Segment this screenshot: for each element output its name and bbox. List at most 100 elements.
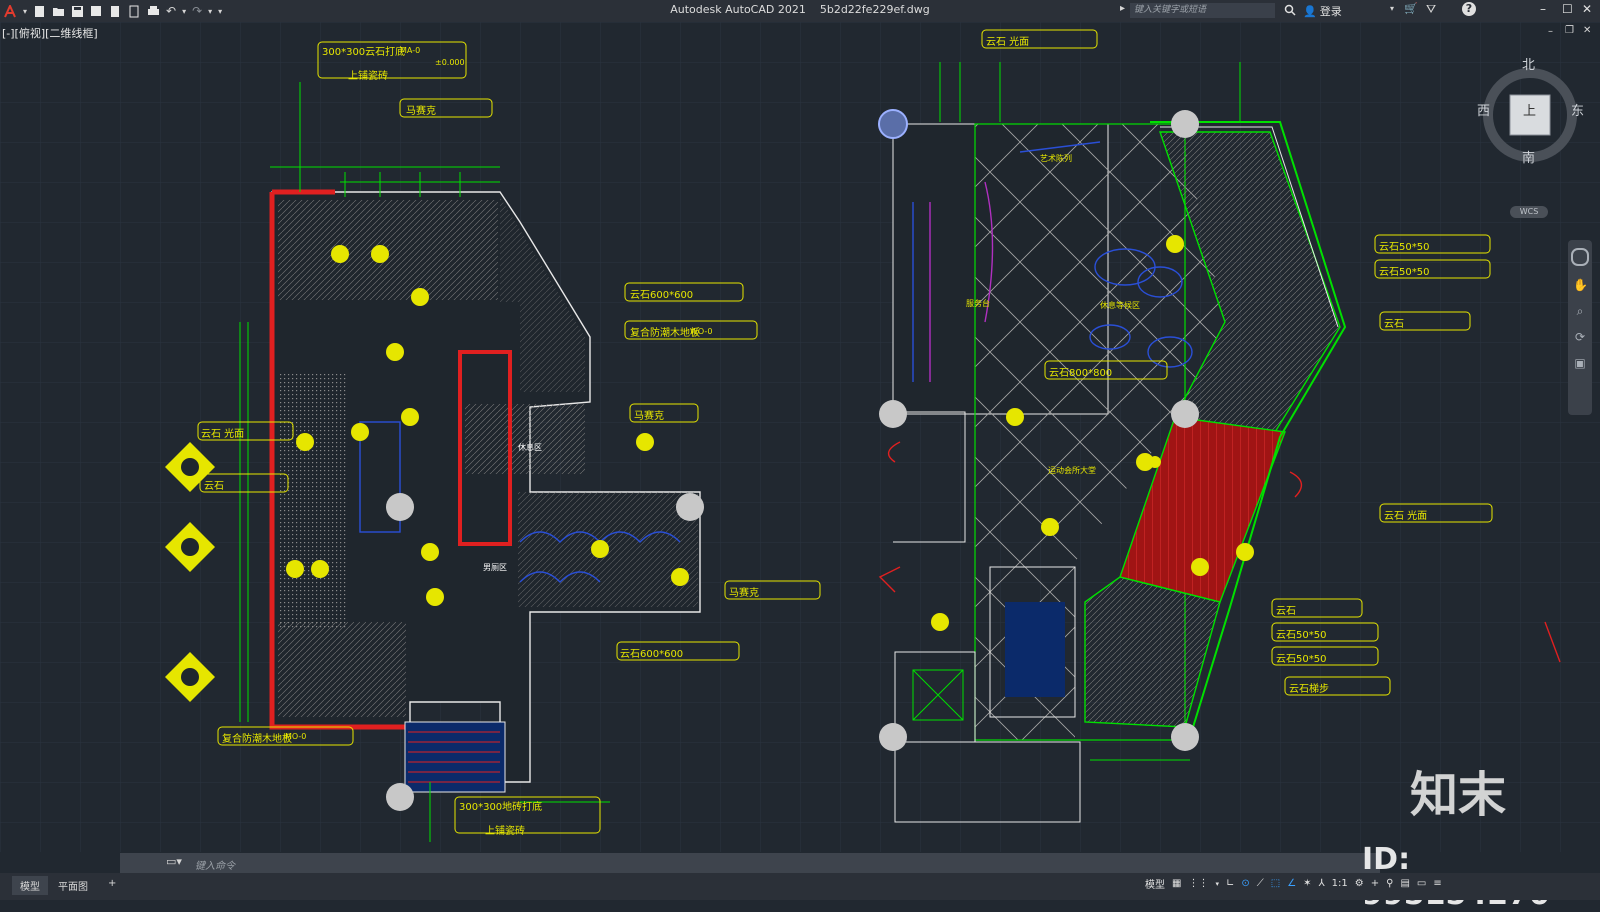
- steering-wheel-icon[interactable]: [1571, 248, 1589, 266]
- label-left-6: 马赛克: [634, 411, 664, 422]
- title-bar: ▾ ↶ ▾ ↷ ▾ ▾ Autodesk AutoCAD 2021 5b2d22…: [0, 0, 1600, 22]
- label-right-9: 云石50*50: [1276, 654, 1327, 665]
- help-icon[interactable]: ?: [1462, 2, 1476, 16]
- annotation-scale-value[interactable]: 1:1: [1332, 878, 1348, 889]
- tab-add-layout[interactable]: +: [100, 876, 124, 891]
- orbit-icon[interactable]: ⟳: [1573, 330, 1587, 344]
- annotation-visibility-icon[interactable]: ✶: [1303, 878, 1311, 889]
- plus-icon[interactable]: +: [1371, 878, 1379, 889]
- label-left-14: 休息区: [518, 443, 542, 452]
- workspace-gear-icon[interactable]: ⚙: [1355, 878, 1364, 889]
- annotation-scale-icon[interactable]: ⅄: [1319, 878, 1325, 889]
- maximize-icon[interactable]: ☐: [1562, 2, 1573, 16]
- label-left-8: 云石: [204, 481, 224, 492]
- zoom-icon[interactable]: ⌕: [1573, 304, 1587, 318]
- undo-icon[interactable]: ↶: [166, 4, 176, 18]
- quick-access-toolbar: ▾ ↶ ▾ ↷ ▾ ▾: [4, 4, 222, 18]
- viewport-close-icon[interactable]: ✕: [1583, 25, 1591, 36]
- label-right-13: 运动会所大堂: [1048, 466, 1096, 475]
- viewcube-face-top[interactable]: 上: [1523, 100, 1536, 119]
- viewcube-west[interactable]: 西: [1477, 100, 1490, 119]
- osnap-icon[interactable]: ⬚: [1271, 878, 1280, 889]
- isodraft-icon[interactable]: ⟋: [1257, 878, 1264, 889]
- command-line[interactable]: [120, 853, 1380, 873]
- grid-icon[interactable]: ▦: [1172, 878, 1181, 889]
- redo-chevron-icon[interactable]: ▾: [208, 7, 212, 16]
- label-right-11: 服务台: [966, 299, 990, 308]
- label-left-15: 男厕区: [483, 563, 507, 572]
- search-input[interactable]: 键入关键字或短语: [1130, 3, 1275, 18]
- wcs-menu[interactable]: WCS: [1510, 206, 1548, 218]
- pan-icon[interactable]: ✋: [1573, 278, 1588, 292]
- hardware-accel-icon[interactable]: ▤: [1400, 878, 1409, 889]
- new-file-icon[interactable]: [33, 5, 46, 18]
- clean-screen-icon[interactable]: ▭: [1417, 878, 1426, 889]
- viewport-controls[interactable]: [-][俯视][二维线框]: [2, 25, 98, 41]
- customize-qat-chevron-icon[interactable]: ▾: [218, 7, 222, 16]
- isolate-icon[interactable]: ⚲: [1386, 878, 1393, 889]
- label-right-8: 云石50*50: [1276, 630, 1327, 641]
- status-tools: 模型 ▦ ⋮⋮ ▾ ∟ ⊙ ⟋ ⬚ ∠ ✶ ⅄ 1:1 ⚙ + ⚲ ▤ ▭ ≡: [1145, 876, 1442, 891]
- search-arrow-icon[interactable]: ▸: [1120, 3, 1125, 14]
- ortho-icon[interactable]: ∟: [1226, 878, 1234, 889]
- label-box-group: [197, 29, 1493, 834]
- save-as-icon[interactable]: [90, 5, 103, 18]
- app-menu-chevron-icon[interactable]: ▾: [23, 7, 27, 16]
- model-space-toggle[interactable]: 模型: [1145, 876, 1165, 891]
- undo-chevron-icon[interactable]: ▾: [182, 7, 186, 16]
- minimize-icon[interactable]: –: [1540, 2, 1546, 16]
- label-right-3: 云石50*50: [1379, 267, 1430, 278]
- cart-icon[interactable]: 🛒: [1404, 2, 1418, 15]
- viewcube-north[interactable]: 北: [1522, 54, 1535, 73]
- window-title: Autodesk AutoCAD 2021 5b2d22fe229ef.dwg: [0, 3, 1600, 16]
- showmotion-icon[interactable]: ▣: [1573, 356, 1587, 370]
- search-icon[interactable]: [1284, 4, 1296, 16]
- publish-icon[interactable]: [109, 5, 122, 18]
- save-icon[interactable]: [71, 5, 84, 18]
- drawing-canvas[interactable]: 300*300云石打底 上铺瓷砖 马赛克 云石600*600 复合防潮木地板 马…: [0, 22, 1600, 852]
- open-folder-icon[interactable]: [52, 5, 65, 18]
- navigation-bar[interactable]: ✋ ⌕ ⟳ ▣: [1568, 240, 1592, 415]
- snap-chevron-icon[interactable]: ▾: [1215, 880, 1219, 888]
- redo-icon[interactable]: ↷: [192, 4, 202, 18]
- otrack-icon[interactable]: ∠: [1287, 878, 1296, 889]
- login-chevron-icon[interactable]: ▾: [1390, 4, 1394, 13]
- command-history-icon[interactable]: ▭▾: [166, 855, 182, 868]
- close-icon[interactable]: ✕: [1582, 2, 1592, 16]
- label-right-2: 云石50*50: [1379, 242, 1430, 253]
- label-left-1: 300*300云石打底: [322, 47, 406, 58]
- command-input[interactable]: 键入命令: [195, 857, 235, 872]
- label-left-3: 马赛克: [406, 106, 436, 117]
- polar-icon[interactable]: ⊙: [1241, 878, 1249, 889]
- viewcube-south[interactable]: 南: [1522, 147, 1535, 166]
- label-right-10: 云石梯步: [1289, 684, 1329, 695]
- snap-icon[interactable]: ⋮⋮: [1188, 878, 1208, 889]
- customize-menu-icon[interactable]: ≡: [1433, 878, 1441, 889]
- watermark-brand: 知末: [1410, 767, 1507, 823]
- plot-preview-icon[interactable]: [128, 5, 141, 18]
- code-tag-3: WO-0: [690, 327, 713, 336]
- user-icon: 👤: [1303, 4, 1317, 18]
- label-right-1: 云石 光面: [986, 37, 1030, 48]
- label-left-10: 云石600*600: [620, 649, 684, 660]
- tab-layout-plan[interactable]: 平面图: [50, 876, 96, 895]
- autodesk-a360-icon[interactable]: ⛛: [1426, 2, 1436, 17]
- viewcube-east[interactable]: 东: [1571, 100, 1584, 119]
- login-button[interactable]: 👤 登录: [1303, 3, 1342, 19]
- label-left-12: 300*300地砖打底: [459, 802, 543, 813]
- label-left-11: 复合防潮木地板: [222, 734, 292, 745]
- code-tag-2: MO-0: [285, 732, 307, 741]
- autocad-logo-icon[interactable]: [4, 4, 17, 18]
- app-name: Autodesk AutoCAD 2021: [670, 3, 806, 16]
- label-left-7: 云石 光面: [201, 429, 245, 440]
- tab-model[interactable]: 模型: [12, 876, 48, 895]
- print-icon[interactable]: [147, 5, 160, 18]
- viewport-minimize-icon[interactable]: –: [1548, 26, 1553, 37]
- label-right-7: 云石: [1276, 606, 1296, 617]
- label-left-2: 上铺瓷砖: [348, 71, 388, 82]
- login-label: 登录: [1319, 5, 1342, 18]
- label-left-4: 云石600*600: [630, 290, 694, 301]
- label-left-13: 上铺瓷砖: [485, 826, 525, 837]
- label-right-12: 休息等候区: [1100, 301, 1140, 310]
- viewport-restore-icon[interactable]: ❐: [1565, 25, 1574, 36]
